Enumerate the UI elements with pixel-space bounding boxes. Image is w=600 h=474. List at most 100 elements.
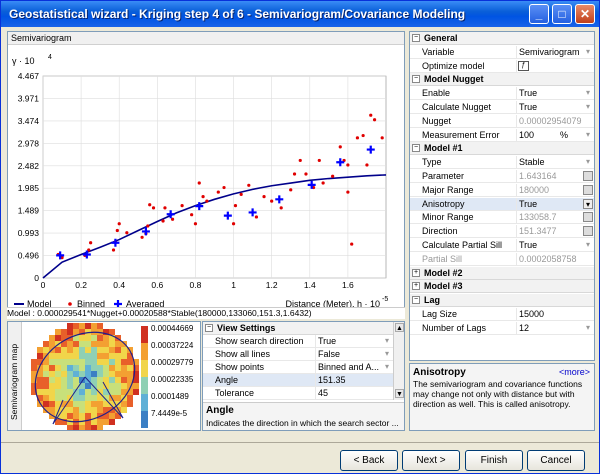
map-cell (55, 329, 61, 335)
prop-value[interactable]: 15000 (516, 308, 586, 321)
view-settings-scrollbar[interactable]: ▲ ▼ (393, 322, 404, 400)
collapse-icon[interactable]: − (412, 75, 420, 84)
dropdown-icon[interactable]: ▾ (382, 362, 392, 372)
prop-value[interactable]: 151.3477 (516, 225, 586, 239)
prop-row-variable[interactable]: Variable Semivariogram ▾ (410, 45, 594, 59)
calculator-icon[interactable] (583, 212, 593, 223)
view-setting-value[interactable]: 151.35 (315, 374, 391, 387)
prop-value[interactable]: True (516, 197, 586, 211)
category-general[interactable]: − General (410, 32, 594, 45)
map-cell (97, 377, 103, 383)
calculator-icon[interactable] (583, 226, 593, 237)
prop-row-major[interactable]: Major Range 180000 (410, 183, 594, 197)
dropdown-icon[interactable]: ▾ (583, 157, 593, 167)
prop-row-optimize[interactable]: Optimize model ƒ (410, 59, 594, 73)
prop-row-lagsize[interactable]: Lag Size 15000 (410, 308, 594, 321)
prop-row-numlags[interactable]: Number of Lags 12 ▾ (410, 321, 594, 335)
prop-value[interactable]: 0.0002058758 (516, 252, 586, 266)
prop-row-meas-err[interactable]: Measurement Error 100% ▾ (410, 128, 594, 142)
map-cell (49, 401, 55, 407)
collapse-icon[interactable]: − (205, 324, 213, 332)
map-cell (43, 395, 49, 401)
category-model3[interactable]: + Model #3 (410, 280, 594, 294)
maximize-button[interactable]: □ (552, 4, 572, 24)
dropdown-icon[interactable]: ▾ (583, 88, 593, 98)
view-setting-row[interactable]: Show search direction True ▾ (203, 335, 393, 348)
close-button[interactable]: ✕ (575, 4, 595, 24)
next-button[interactable]: Next > (402, 450, 460, 471)
prop-row-type[interactable]: Type Stable ▾ (410, 156, 594, 170)
prop-row-minor[interactable]: Minor Range 133058.7 (410, 211, 594, 225)
semivariogram-map[interactable]: 0.00044669 0.00037224 0.00029779 0.00022335… (23, 322, 201, 430)
view-settings-category[interactable]: − View Settings (203, 322, 393, 335)
dropdown-icon[interactable]: ▾ (583, 102, 593, 112)
dropdown-icon[interactable]: ▾ (583, 47, 593, 57)
prop-row-nugget[interactable]: Nugget 0.00002954079 (410, 114, 594, 128)
calculator-icon[interactable] (583, 184, 593, 195)
map-cell (49, 335, 55, 341)
minimize-button[interactable]: _ (529, 4, 549, 24)
collapse-icon[interactable]: − (412, 34, 420, 42)
view-setting-row[interactable]: Show points Binned and A... ▾ (203, 361, 393, 374)
semivariogram-chart[interactable]: 4.467 3.971 3.474 2.978 2.482 1.985 1.489 0.993… (8, 46, 404, 319)
prop-value[interactable]: 12 (516, 321, 586, 335)
view-setting-row[interactable]: Show all lines False ▾ (203, 348, 393, 361)
scroll-down-icon[interactable]: ▼ (395, 389, 404, 398)
dropdown-icon[interactable]: ▾ (583, 323, 593, 333)
prop-row-aniso[interactable]: Anisotropy True ▾ (410, 197, 594, 211)
expand-icon[interactable]: + (412, 282, 420, 291)
collapse-icon[interactable]: − (412, 144, 420, 153)
calculator-icon[interactable] (583, 171, 593, 181)
category-model2[interactable]: + Model #2 (410, 266, 594, 280)
dropdown-icon[interactable]: ▾ (583, 130, 593, 140)
prop-value[interactable]: True (516, 101, 586, 114)
category-model-nugget[interactable]: − Model Nugget (410, 73, 594, 87)
prop-row-calc-ps[interactable]: Calculate Partial Sill True ▾ (410, 239, 594, 252)
map-cell (73, 395, 79, 401)
map-cell (79, 341, 85, 347)
map-cell (73, 407, 79, 413)
optimize-icon[interactable]: ƒ (518, 60, 529, 71)
prop-row-dir[interactable]: Direction 151.3477 (410, 225, 594, 239)
y-tick-label: 2.978 (18, 138, 40, 148)
prop-value[interactable]: 1.643164 (516, 170, 586, 183)
prop-value[interactable]: 0.00002954079 (516, 114, 586, 128)
back-button[interactable]: < Back (340, 450, 398, 471)
category-model1[interactable]: − Model #1 (410, 142, 594, 156)
scroll-up-icon[interactable]: ▲ (395, 323, 404, 332)
prop-row-ps[interactable]: Partial Sill 0.0002058758 (410, 252, 594, 266)
map-cell (55, 377, 61, 383)
prop-value[interactable]: 100 (516, 128, 586, 142)
binned-point (239, 192, 243, 196)
expand-icon[interactable]: + (412, 268, 420, 277)
view-setting-value[interactable]: False (315, 348, 391, 361)
dropdown-icon[interactable]: ▾ (382, 336, 392, 346)
dropdown-icon[interactable]: ▾ (382, 349, 392, 359)
view-setting-value[interactable]: 45 (315, 387, 391, 400)
prop-value[interactable]: True (516, 87, 586, 101)
view-setting-row[interactable]: Tolerance 45 (203, 387, 393, 400)
prop-label: Major Range (422, 184, 474, 195)
map-cell (43, 365, 49, 371)
dropdown-icon[interactable]: ▾ (583, 240, 593, 250)
prop-row-param[interactable]: Parameter 1.643164 (410, 170, 594, 183)
prop-value[interactable]: Stable (516, 156, 586, 170)
view-setting-value[interactable]: True (315, 335, 391, 348)
cancel-button[interactable]: Cancel (527, 450, 585, 471)
prop-value[interactable]: True (516, 239, 586, 252)
category-lag[interactable]: − Lag (410, 294, 594, 308)
more-link[interactable]: <more> (559, 367, 590, 377)
finish-button[interactable]: Finish (465, 450, 523, 471)
collapse-icon[interactable]: − (412, 296, 420, 305)
prop-value[interactable]: 133058.7 (516, 211, 586, 225)
dropdown-icon[interactable]: ▾ (583, 198, 593, 209)
title-bar[interactable]: Geostatistical wizard - Kriging step 4 o… (1, 1, 599, 27)
prop-value[interactable]: Semivariogram (516, 45, 586, 59)
prop-row-enable[interactable]: Enable True ▾ (410, 87, 594, 101)
map-cell (103, 371, 109, 377)
prop-value[interactable]: 180000 (516, 183, 586, 197)
prop-row-calc-nugget[interactable]: Calculate Nugget True ▾ (410, 101, 594, 114)
view-setting-row[interactable]: Angle 151.35 (203, 374, 393, 387)
view-setting-value[interactable]: Binned and A... (315, 361, 391, 374)
map-cell (61, 359, 67, 365)
